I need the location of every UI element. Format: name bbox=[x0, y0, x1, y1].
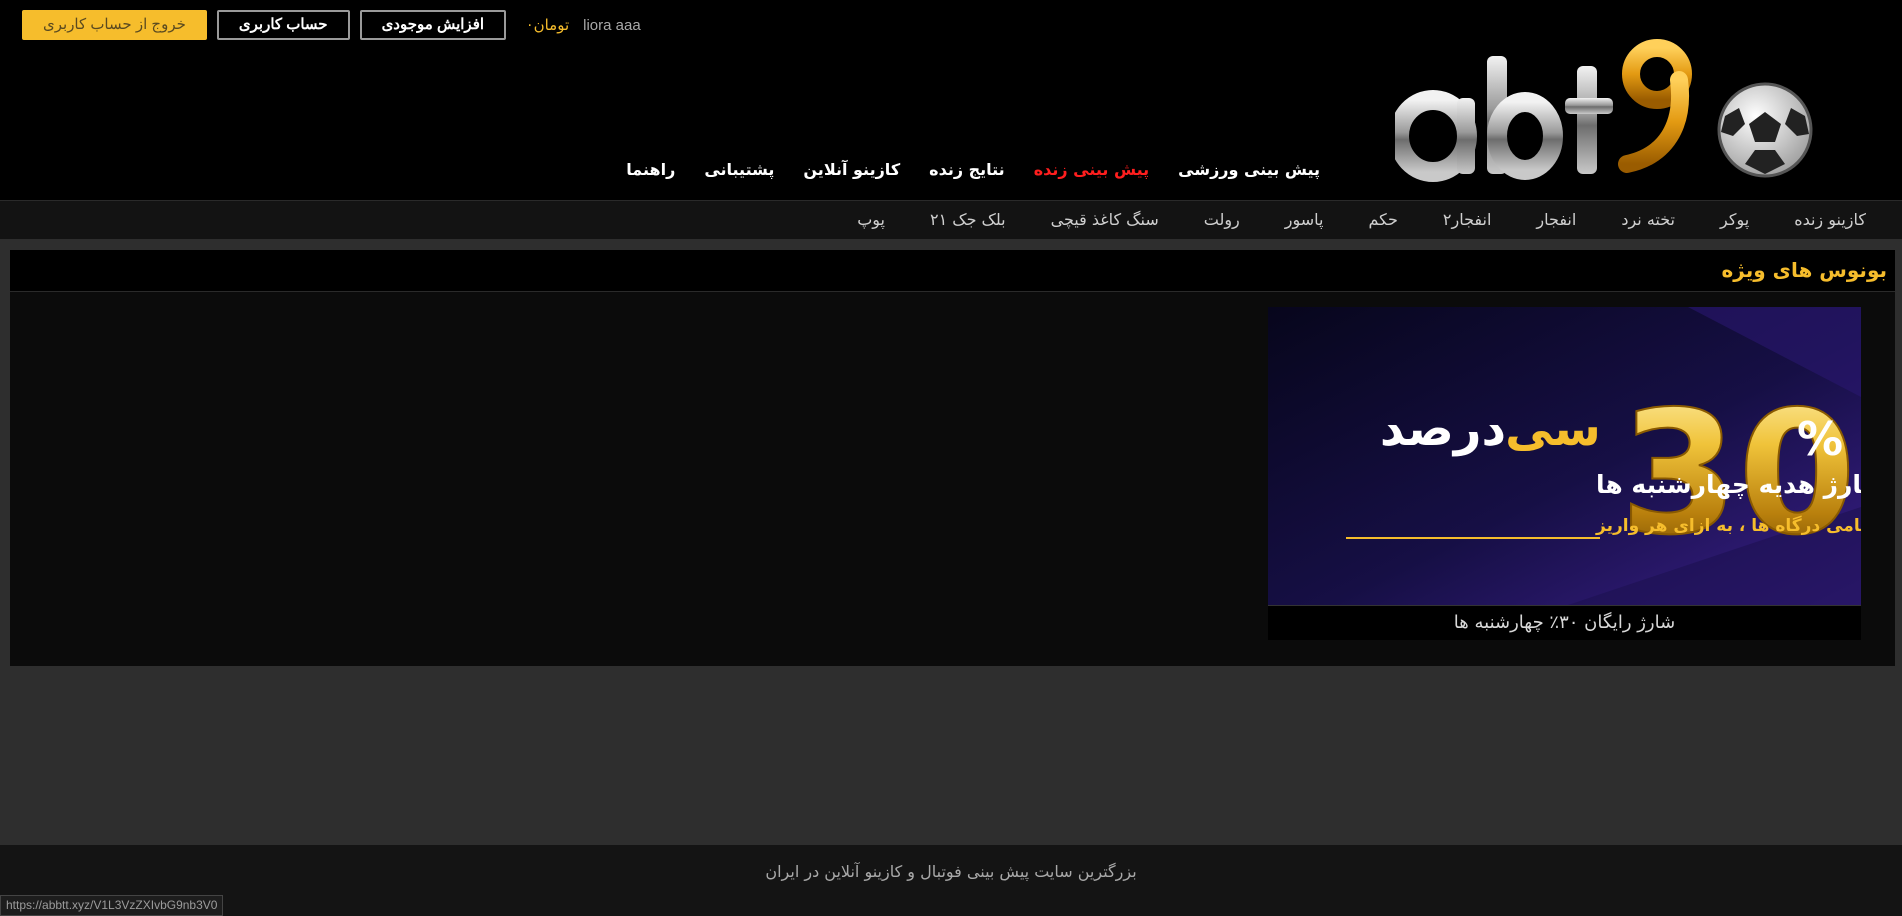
balance-amount: ۰ bbox=[526, 17, 534, 33]
promo-underline bbox=[1346, 537, 1600, 539]
bonus-panel-title: بونوس های ویژه bbox=[1721, 258, 1887, 282]
promo-caption[interactable]: شارژ رایگان ۳۰٪ چهارشنبه ها bbox=[1268, 605, 1861, 640]
games-nav-rock-paper-scissors[interactable]: سنگ کاغذ قیچی bbox=[1051, 210, 1159, 229]
nav-support[interactable]: پشتیبانی bbox=[704, 160, 774, 179]
user-bar: خروج از حساب کاربری حساب کاربری افزایش م… bbox=[22, 10, 641, 40]
promo-card[interactable]: 30 % درصد سی شارژ هدیه چهارشنبه ها از تم… bbox=[1268, 307, 1861, 640]
promo-banner[interactable]: 30 % درصد سی شارژ هدیه چهارشنبه ها از تم… bbox=[1268, 307, 1861, 605]
logout-button[interactable]: خروج از حساب کاربری bbox=[22, 10, 207, 40]
promo-subline: شارژ هدیه چهارشنبه ها bbox=[1596, 470, 1861, 500]
games-nav-live-casino[interactable]: کازینو زنده bbox=[1794, 210, 1866, 229]
balance-display: تومان ۰ bbox=[520, 16, 569, 34]
promo-percent-sign: % bbox=[1797, 412, 1843, 466]
promo-highlight: از تمامی درگاه ها ، به ازای هر واریز bbox=[1595, 515, 1861, 536]
status-bar-url: https://abbtt.xyz/V1L3VzZXIvbG9nb3V0 bbox=[0, 895, 224, 916]
games-nav-blackjack[interactable]: بلک جک ۲۱ bbox=[930, 210, 1006, 229]
footer-tagline: بزرگترین سایت پیش بینی فوتبال و کازینو آ… bbox=[765, 862, 1137, 881]
games-nav: کازینو زنده پوکر تخته نرد انفجار انفجار۲… bbox=[0, 200, 1902, 239]
promo-headline-yellow: سی bbox=[1505, 401, 1601, 457]
games-nav-crash2[interactable]: انفجار۲ bbox=[1443, 210, 1492, 229]
site-header: خروج از حساب کاربری حساب کاربری افزایش م… bbox=[0, 0, 1902, 200]
nav-online-casino[interactable]: کازینو آنلاین bbox=[803, 160, 900, 179]
games-nav-backgammon[interactable]: تخته نرد bbox=[1621, 210, 1675, 229]
games-nav-pop[interactable]: پوپ bbox=[857, 210, 885, 229]
bonus-panel: بونوس های ویژه 30 % درصد سی شارژ هدیه چه… bbox=[10, 250, 1895, 666]
nav-help[interactable]: راهنما bbox=[626, 160, 675, 179]
games-nav-roulette[interactable]: رولت bbox=[1204, 210, 1240, 229]
games-nav-poker[interactable]: پوکر bbox=[1720, 210, 1749, 229]
games-nav-pasur[interactable]: پاسور bbox=[1285, 210, 1324, 229]
balance-currency: تومان bbox=[533, 16, 570, 34]
nav-live-results[interactable]: نتایج زنده bbox=[929, 160, 1005, 179]
nav-live-betting[interactable]: پیش بینی زنده bbox=[1034, 160, 1149, 179]
main-nav: پیش بینی ورزشی پیش بینی زنده نتایج زنده … bbox=[626, 160, 1320, 179]
site-footer: بزرگترین سایت پیش بینی فوتبال و کازینو آ… bbox=[0, 845, 1902, 916]
deposit-button[interactable]: افزایش موجودی bbox=[359, 10, 507, 40]
bonus-panel-header: بونوس های ویژه bbox=[10, 250, 1895, 292]
account-button[interactable]: حساب کاربری bbox=[216, 10, 350, 40]
nav-sports-betting[interactable]: پیش بینی ورزشی bbox=[1178, 160, 1320, 179]
games-nav-hokm[interactable]: حکم bbox=[1369, 210, 1398, 229]
username: liora aaa bbox=[583, 16, 641, 34]
abt90-logo-icon[interactable] bbox=[1395, 36, 1820, 186]
games-nav-crash[interactable]: انفجار bbox=[1536, 210, 1576, 229]
promo-headline-white: درصد bbox=[1380, 401, 1506, 457]
